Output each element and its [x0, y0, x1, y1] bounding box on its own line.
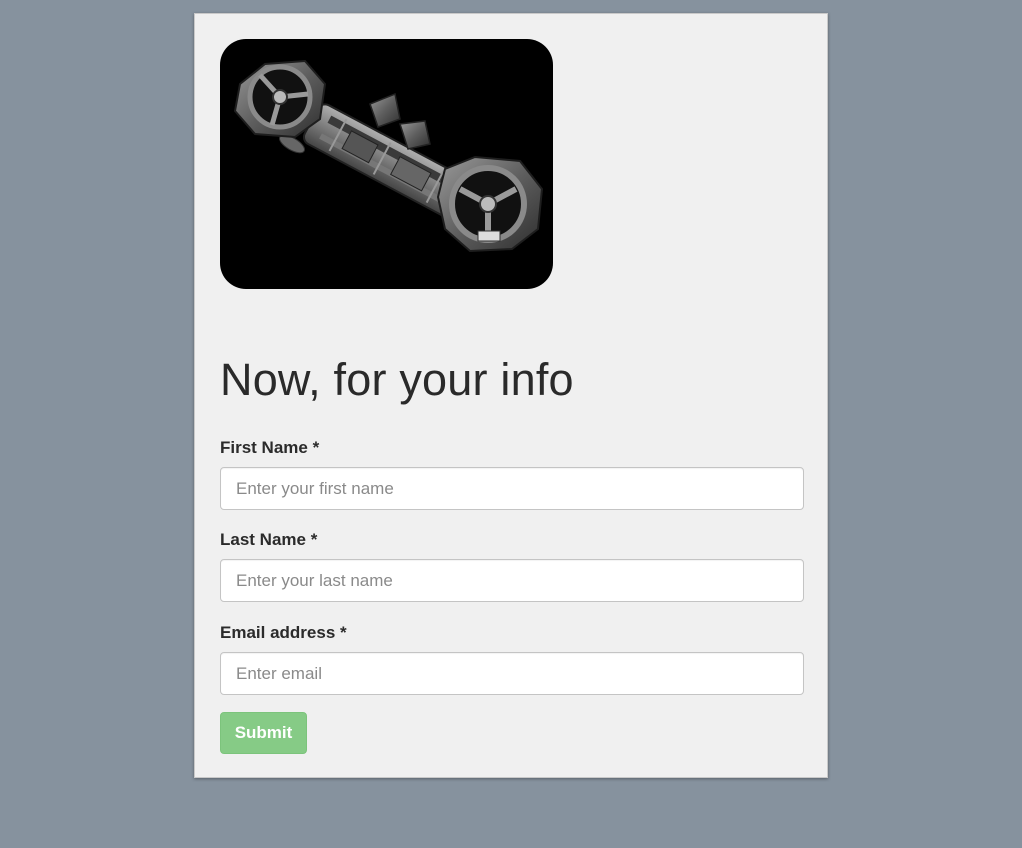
last-name-input[interactable] — [220, 559, 804, 602]
spaceship-illustration — [233, 59, 544, 253]
submit-button[interactable]: Submit — [220, 712, 307, 754]
last-name-label: Last Name * — [220, 530, 318, 549]
first-name-input[interactable] — [220, 467, 804, 510]
page-title: Now, for your info — [220, 354, 574, 405]
signup-card: Now, for your info First Name * Last Nam… — [194, 13, 828, 778]
spaceship-image — [220, 39, 553, 289]
email-label: Email address * — [220, 623, 347, 642]
email-input[interactable] — [220, 652, 804, 695]
first-name-label: First Name * — [220, 438, 320, 457]
